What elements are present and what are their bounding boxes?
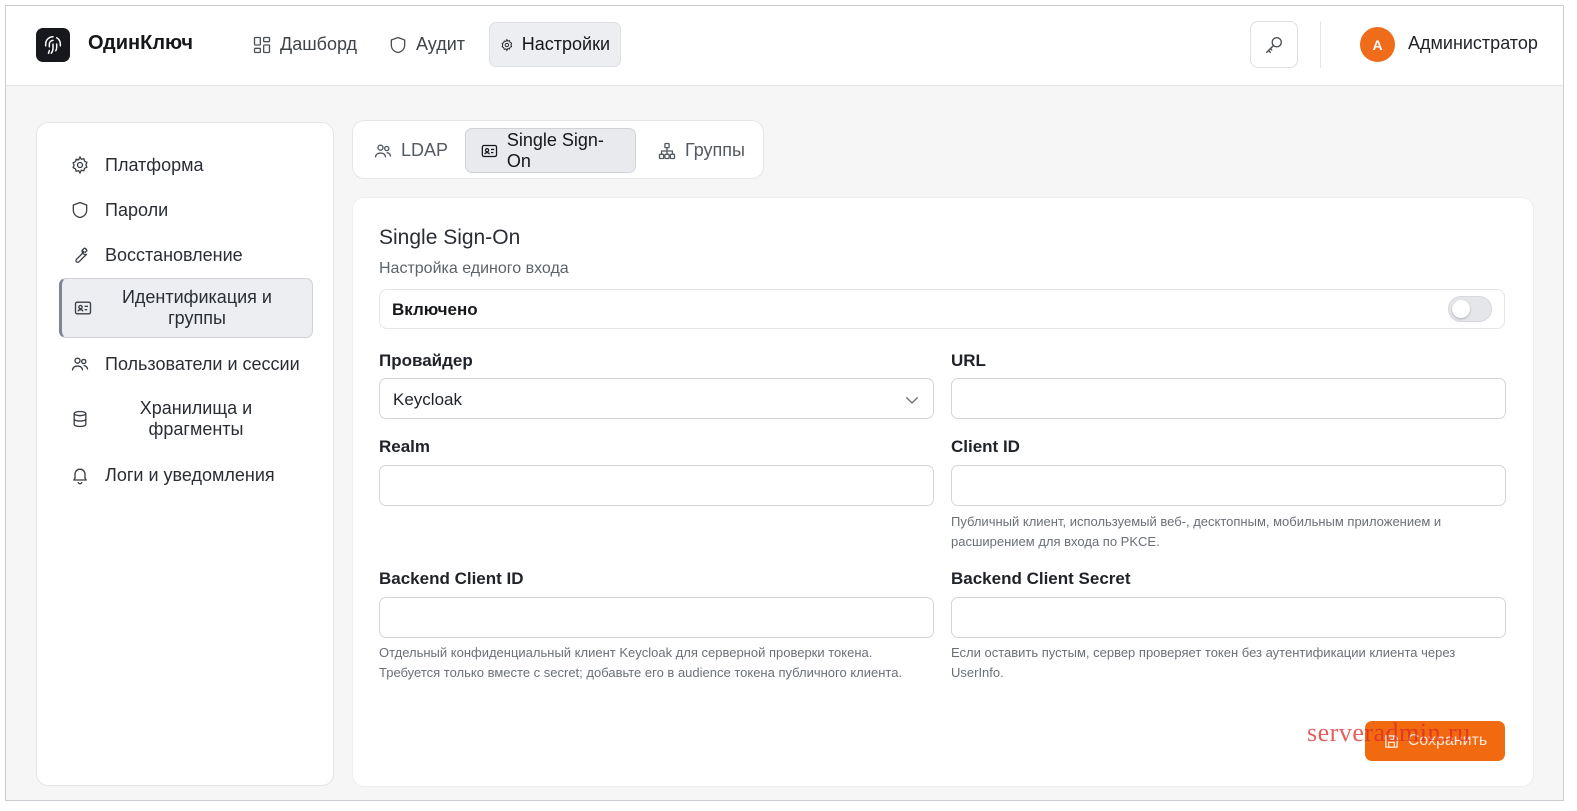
enabled-toggle[interactable] bbox=[1448, 296, 1492, 322]
card-subtitle: Настройка единого входа bbox=[379, 260, 569, 277]
nav-dashboard-label: Дашборд bbox=[280, 34, 358, 54]
sidebar-item-users-sessions[interactable]: Пользователи и сессии bbox=[59, 352, 313, 376]
dashboard-icon bbox=[253, 36, 271, 53]
sidebar-item-label: Хранилища и фрагменты bbox=[139, 398, 253, 439]
sidebar-item-label: Пользователи и сессии bbox=[105, 353, 300, 374]
url-label: URL bbox=[951, 351, 986, 370]
shield-icon bbox=[69, 199, 91, 221]
database-icon bbox=[69, 408, 91, 430]
backend-secret-field[interactable] bbox=[951, 597, 1506, 638]
client-id-help: Публичный клиент, используемый веб-, дес… bbox=[951, 514, 1442, 549]
fingerprint-icon bbox=[44, 36, 62, 54]
id-card-icon bbox=[72, 297, 94, 319]
backend-client-id-input[interactable] bbox=[380, 598, 933, 637]
header-divider bbox=[1320, 21, 1321, 68]
app-title: ОдинКлюч bbox=[88, 32, 193, 54]
nav-audit[interactable]: Аудит bbox=[378, 22, 475, 67]
app-logo[interactable] bbox=[36, 28, 70, 62]
user-name[interactable]: Администратор bbox=[1408, 33, 1538, 54]
backend-client-id-field[interactable] bbox=[379, 597, 934, 638]
sidebar-item-identity[interactable]: Идентификация и группы bbox=[59, 278, 313, 338]
backend-client-id-help: Отдельный конфиденциальный клиент Keyclo… bbox=[379, 645, 903, 680]
client-id-input[interactable] bbox=[952, 466, 1505, 505]
tab-sso-label: Single Sign-On bbox=[506, 129, 604, 171]
save-label: Сохранить bbox=[1407, 732, 1488, 749]
shield-icon bbox=[390, 36, 406, 53]
realm-field[interactable] bbox=[379, 465, 934, 506]
sidebar-item-label: Логи и уведомления bbox=[105, 464, 275, 485]
provider-select[interactable]: Keycloak bbox=[379, 378, 934, 419]
sidebar-item-label: Пароли bbox=[105, 199, 169, 220]
save-button[interactable]: Сохранить bbox=[1365, 721, 1505, 761]
wrench-icon bbox=[69, 244, 91, 266]
backend-secret-help: Если оставить пустым, сервер проверяет т… bbox=[951, 645, 1456, 680]
tab-ldap-label: LDAP bbox=[401, 140, 449, 160]
enabled-row: Включено bbox=[379, 289, 1505, 329]
users-icon bbox=[69, 353, 91, 375]
tab-groups-label: Группы bbox=[685, 140, 745, 160]
gear-icon bbox=[69, 154, 91, 176]
url-input[interactable] bbox=[952, 379, 1505, 418]
realm-label: Realm bbox=[379, 437, 431, 456]
sidebar-item-label: Идентификация и группы bbox=[121, 287, 272, 328]
provider-label: Провайдер bbox=[379, 351, 473, 370]
bell-icon bbox=[69, 464, 91, 486]
toggle-knob bbox=[1452, 300, 1470, 318]
id-card-icon bbox=[481, 144, 498, 157]
sidebar-item-logs[interactable]: Логи и уведомления bbox=[59, 463, 313, 487]
hierarchy-icon bbox=[658, 142, 676, 159]
tab-groups[interactable]: Группы bbox=[643, 128, 759, 173]
client-id-field[interactable] bbox=[951, 465, 1506, 506]
app-window: ОдинКлюч Дашборд Аудит Настройки A Админ… bbox=[5, 5, 1564, 801]
nav-audit-label: Аудит bbox=[416, 34, 466, 54]
url-field[interactable] bbox=[951, 378, 1506, 419]
avatar[interactable]: A bbox=[1360, 27, 1395, 62]
key-icon bbox=[1265, 36, 1283, 53]
sidebar-item-storage[interactable]: Хранилища и фрагменты bbox=[59, 397, 313, 441]
card-title: Single Sign-On bbox=[379, 226, 521, 249]
realm-input[interactable] bbox=[380, 466, 933, 505]
tab-ldap[interactable]: LDAP bbox=[359, 128, 462, 173]
sidebar-item-recovery[interactable]: Восстановление bbox=[59, 243, 313, 267]
provider-value: Keycloak bbox=[393, 390, 462, 409]
enabled-label: Включено bbox=[392, 300, 478, 319]
users-icon bbox=[374, 144, 392, 157]
nav-settings[interactable]: Настройки bbox=[489, 22, 621, 67]
key-button[interactable] bbox=[1250, 21, 1298, 68]
save-icon bbox=[1384, 734, 1398, 748]
gear-icon bbox=[501, 38, 513, 51]
backend-client-id-label: Backend Client ID bbox=[379, 569, 524, 588]
backend-secret-label: Backend Client Secret bbox=[951, 569, 1131, 588]
sidebar-item-platform[interactable]: Платформа bbox=[59, 153, 313, 177]
tab-bar: LDAP Single Sign-On Группы bbox=[352, 120, 764, 179]
client-id-label: Client ID bbox=[951, 437, 1020, 456]
top-bar: ОдинКлюч Дашборд Аудит Настройки A Админ… bbox=[6, 6, 1563, 86]
backend-secret-input[interactable] bbox=[952, 598, 1505, 637]
settings-sidebar: Платформа Пароли Восстановление Идентифи… bbox=[36, 122, 334, 786]
chevron-down-icon bbox=[906, 397, 918, 404]
nav-dashboard[interactable]: Дашборд bbox=[242, 22, 367, 67]
sidebar-item-passwords[interactable]: Пароли bbox=[59, 198, 313, 222]
sidebar-item-label: Платформа bbox=[105, 154, 204, 175]
sso-settings-card: Single Sign-On Настройка единого входа В… bbox=[352, 197, 1534, 787]
sidebar-item-label: Восстановление bbox=[105, 244, 243, 265]
tab-sso[interactable]: Single Sign-On bbox=[465, 128, 636, 173]
nav-settings-label: Настройки bbox=[521, 34, 610, 54]
